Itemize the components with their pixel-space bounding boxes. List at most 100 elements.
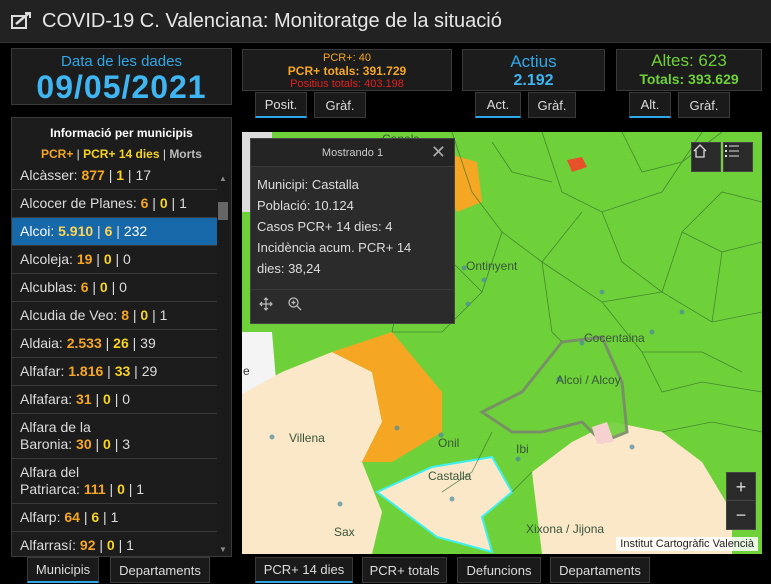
tab-alt[interactable]: Alt. <box>629 92 671 118</box>
list-item-name: Alfarrasí: <box>20 537 77 553</box>
tab-graf-altes[interactable]: Gràf. <box>678 92 730 118</box>
legend-pcr: PCR+ <box>41 147 74 161</box>
scroll-thumb[interactable] <box>218 202 228 220</box>
list-item[interactable]: Aldaia: 2.533 | 26 | 39 <box>12 330 217 358</box>
popup-incidencia-value: dies: 38,24 <box>257 261 321 276</box>
morts-value: 1 <box>136 481 145 497</box>
list-item[interactable]: Alfafara: 31 | 0 | 0 <box>12 386 217 414</box>
altes-label: Altes: 623 <box>651 51 727 70</box>
zoom-to-icon[interactable] <box>287 296 303 317</box>
date-panel: Data de les dades 09/05/2021 <box>11 48 232 105</box>
morts-value: 1 <box>110 509 119 525</box>
pcr-value: 19 <box>76 251 93 267</box>
tab-graf-actius[interactable]: Gràf. <box>528 92 576 118</box>
list-item-name: Baronia: <box>20 436 73 452</box>
list-item[interactable]: Alfarrasí: 92 | 0 | 1 <box>12 532 217 556</box>
list-item-name: Alfara de la <box>20 419 91 435</box>
morts-value: 0 <box>122 391 131 407</box>
scroll-down-icon[interactable]: ▼ <box>219 545 227 554</box>
morts-value: 1 <box>159 307 168 323</box>
list-item[interactable]: Alfarp: 64 | 6 | 1 <box>12 504 217 532</box>
pcr14-value: 0 <box>99 279 108 295</box>
list-legend: PCR+ | PCR+ 14 dies | Morts <box>41 147 202 161</box>
list-item-name: Aldaia: <box>20 335 63 351</box>
pcr14-value: 0 <box>103 391 111 407</box>
list-scrollbar[interactable]: ▲ ▼ <box>217 174 229 554</box>
list-item[interactable]: Alcàsser: 877 | 1 | 17 <box>12 162 217 190</box>
map-label-cocentaina: Cocentaina <box>584 331 645 345</box>
feature-popup: Mostrando 1 ✕ Municipi: Castalla Poblaci… <box>250 138 455 324</box>
pcr14-value: 0 <box>106 537 115 553</box>
popup-body: Municipi: Castalla Població: 10.124 Caso… <box>251 167 454 286</box>
list-item-name: Alcocer de Planes: <box>20 195 137 211</box>
popup-incidencia: Incidència acum. PCR+ 14 <box>257 240 412 255</box>
date-value: 09/05/2021 <box>36 69 207 105</box>
pcr14-value: 0 <box>103 251 112 267</box>
move-icon[interactable] <box>259 297 273 316</box>
list-item[interactable]: Alcoleja: 19 | 0 | 0 <box>12 246 217 274</box>
pcr-value: 877 <box>81 167 105 183</box>
morts-value: 1 <box>179 195 187 211</box>
pcr14-value: 6 <box>91 509 100 525</box>
map-label-alcoi: Alcoi / Alcoy <box>556 373 621 387</box>
list-item[interactable]: Alfafar: 1.816 | 33 | 29 <box>12 358 217 386</box>
map-label-onil: Onil <box>438 436 460 450</box>
page-title: COVID-19 C. Valenciana: Monitoratge de l… <box>42 9 502 32</box>
tab-posit[interactable]: Posit. <box>255 92 307 118</box>
list-item[interactable]: Alfara del Patriarca: 111 | 0 | 1 <box>12 459 217 504</box>
pcr-value: 8 <box>121 307 129 323</box>
zoom-out-button[interactable]: − <box>726 500 756 530</box>
morts-value: 232 <box>123 223 148 239</box>
pcr-value: 2.533 <box>66 335 102 351</box>
morts-value: 29 <box>141 363 158 379</box>
list-item-name: Alfarp: <box>20 509 61 525</box>
tab-act[interactable]: Act. <box>475 92 521 118</box>
map-label-ibi: Ibi <box>516 442 529 456</box>
popup-casos: Casos PCR+ 14 dies: 4 <box>257 219 393 234</box>
map-attribution: Institut Cartogràfic Valencià <box>616 537 758 551</box>
pcr-daily: PCR+: 40 <box>323 52 371 64</box>
pcr14-value: 0 <box>117 481 125 497</box>
pcr-value: 92 <box>79 537 96 553</box>
app-header: COVID-19 C. Valenciana: Monitoratge de l… <box>0 0 771 43</box>
positius-total: Positius totals: 403.198 <box>290 78 404 90</box>
pcr-value: 31 <box>76 391 92 407</box>
map-label-sax: Sax <box>334 525 355 539</box>
popup-header: Mostrando 1 ✕ <box>251 139 454 167</box>
map-label-xixona: Xixona / Jijona <box>526 522 605 536</box>
close-icon[interactable]: ✕ <box>431 142 446 163</box>
list-item[interactable]: Alcudia de Veo: 8 | 0 | 1 <box>12 302 217 330</box>
altes-total: Totals: 393.629 <box>639 71 739 87</box>
tab-defuncions[interactable]: Defuncions <box>457 557 541 583</box>
pcr14-value: 0 <box>159 195 168 211</box>
legend-pcr14: PCR+ 14 dies <box>83 147 160 161</box>
legend-list-icon[interactable] <box>723 142 753 172</box>
morts-value: 17 <box>135 167 152 183</box>
tab-municipis[interactable]: Municipis <box>27 557 99 583</box>
date-label: Data de les dades <box>61 53 182 70</box>
municipality-list-panel: Informació per municipis PCR+ | PCR+ 14 … <box>11 117 232 557</box>
list-item-name: Alfara del <box>20 464 80 480</box>
list-item[interactable]: Alcoi: 5.910 | 6 | 232 <box>12 218 217 246</box>
list-item[interactable]: Alcublas: 6 | 0 | 0 <box>12 274 217 302</box>
pcr-indicator: PCR+: 40 PCR+ totals: 391.729 Positius t… <box>242 49 452 91</box>
list-item-name: Patriarca: <box>20 481 80 497</box>
tab-pcr-totals[interactable]: PCR+ totals <box>362 557 447 583</box>
list-item-name: Alcudia de Veo: <box>20 307 118 323</box>
home-icon[interactable] <box>691 142 721 172</box>
morts-value: 39 <box>140 335 156 351</box>
tab-departaments-left[interactable]: Departaments <box>110 557 210 583</box>
actius-indicator: Actius 2.192 <box>462 49 605 91</box>
pcr-total: PCR+ totals: 391.729 <box>287 64 407 78</box>
scroll-up-icon[interactable]: ▲ <box>219 174 227 183</box>
pcr14-value: 33 <box>114 363 131 379</box>
pcr-value: 5.910 <box>58 223 94 239</box>
list-item[interactable]: Alcocer de Planes: 6 | 0 | 1 <box>12 190 217 218</box>
tab-pcr14[interactable]: PCR+ 14 dies <box>255 557 353 583</box>
list-item[interactable]: Alfara de la Baronia: 30 | 0 | 3 <box>12 414 217 459</box>
popup-municipi: Municipi: Castalla <box>257 177 359 192</box>
tab-graf-pcr[interactable]: Gràf. <box>314 92 366 118</box>
zoom-in-button[interactable]: + <box>726 472 756 502</box>
tab-departaments-map[interactable]: Departaments <box>550 557 650 583</box>
popup-footer <box>251 289 454 323</box>
